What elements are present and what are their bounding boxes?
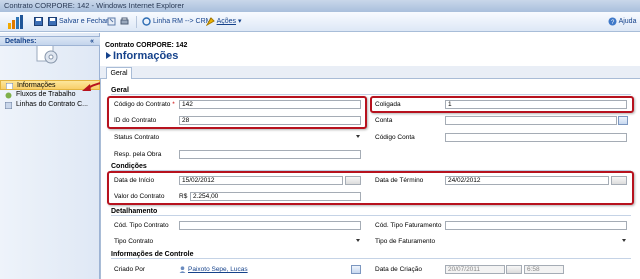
save-button[interactable] [34,16,43,28]
status-contrato-label: Status Contrato [114,134,160,141]
page-title: Informações [113,50,179,62]
save-close-label: Salvar e Fechar [58,18,109,25]
valor-contrato-field[interactable]: 2.254,00 [190,192,361,201]
resp-obra-label: Resp. pela Obra [114,151,162,158]
left-navigation [0,33,100,279]
divider [111,94,631,95]
divider [111,258,631,259]
main-content: Contrato CORPORE: 142 Informações Geral … [100,33,640,279]
workflow-icon [5,92,12,99]
browser-window: Contrato CORPORE: 142 - Windows Internet… [0,0,640,279]
criado-por-label: Criado Por [114,266,146,273]
cod-tipo-faturamento-label: Cód. Tipo Faturamento [375,222,442,229]
tipo-faturamento-label: Tipo de Faturamento [375,238,436,245]
required-icon: * [172,101,175,108]
lookup-icon[interactable] [351,265,361,274]
section-detalhamento: Detalhamento [111,208,158,215]
lookup-icon[interactable] [618,116,628,125]
print-icon [120,17,129,25]
status-contrato-select[interactable] [179,133,361,142]
conta-label: Conta [375,117,393,124]
codigo-conta-field[interactable] [445,133,627,142]
codigo-contrato-label: Código do Contrato * [114,101,175,108]
nav-item-label: Fluxos de Trabalho [16,91,76,98]
help-label: Ajuda [618,18,637,25]
tab-geral[interactable]: Geral [106,67,132,79]
codigo-contrato-field[interactable]: 142 [179,100,361,109]
cod-tipo-faturamento-field[interactable] [445,221,627,230]
codigo-conta-label: Código Conta [375,134,415,141]
play-icon [106,52,111,59]
data-inicio-field[interactable]: 15/02/2012 [179,176,343,185]
form-body: Geral Código do Contrato * 142 ID do Con… [100,79,640,279]
acoes-label: Ações [216,18,237,25]
link-icon [142,16,151,26]
resp-obra-field[interactable] [179,150,361,159]
attach-icon [107,17,116,26]
calendar-icon [506,265,522,274]
window-title: Contrato CORPORE: 142 - Windows Internet… [0,0,640,12]
link-rm-label: Linha RM --> CRM [152,18,212,25]
form-header: Contrato CORPORE: 142 Informações [100,33,640,66]
cod-tipo-contrato-field[interactable] [179,221,361,230]
nav-item-label: Linhas do Contrato C... [16,101,88,108]
tipo-contrato-label: Tipo Contrato [114,238,154,245]
data-criacao-field: 20/07/2011 [445,265,505,274]
cod-tipo-contrato-label: Cód. Tipo Contrato [114,222,169,229]
record-name: Contrato CORPORE: 142 [105,42,188,49]
info-icon [6,83,13,89]
conta-field[interactable] [445,116,617,125]
nav-header-label: Detalhes: [5,38,37,45]
link-rm-button[interactable]: Linha RM --> CRM [136,16,212,28]
save-icon [34,16,43,26]
help-button[interactable]: ? Ajuda [608,16,636,28]
chevron-down-icon [356,239,360,242]
actions-icon [206,16,215,26]
calendar-icon[interactable] [345,176,361,185]
chevron-down-icon: ▾ [237,18,242,25]
data-criacao-time: 6:58 [524,265,564,274]
acoes-menu[interactable]: Ações ▾ [206,16,242,28]
data-termino-field[interactable]: 24/02/2012 [445,176,609,185]
valor-contrato-label: Valor do Contrato [114,193,165,200]
id-contrato-label: ID do Contrato [114,117,157,124]
data-inicio-label: Data de Início [114,177,155,184]
lines-icon [5,102,12,109]
attach-button[interactable] [107,16,116,28]
nav-header: Detalhes: « [0,36,100,46]
calendar-icon[interactable] [611,176,627,185]
tipo-faturamento-select[interactable] [445,237,627,246]
divider [111,215,631,216]
currency-symbol: R$ [179,193,188,200]
nav-item-label: Informações [17,82,56,89]
save-close-icon [48,16,57,26]
section-controle: Informações de Controle [111,251,194,258]
crm-logo-icon [8,15,23,29]
chevron-down-icon [622,239,626,242]
criado-por-link[interactable]: Paixoto Sepe, Lucas [188,266,248,273]
id-contrato-field[interactable]: 28 [179,116,361,125]
print-button[interactable] [120,16,129,28]
toolbar: Salvar e Fechar Linha RM --> CRM Ações ▾… [0,12,640,32]
data-criacao-label: Data de Criação [375,266,422,273]
nav-item-linhas[interactable]: Linhas do Contrato C... [0,100,100,110]
coligada-label: Coligada [375,101,401,108]
tab-bar: Geral [100,66,640,79]
save-close-button[interactable]: Salvar e Fechar [48,16,108,28]
coligada-field[interactable]: 1 [445,100,627,109]
tipo-contrato-select[interactable] [179,237,361,246]
chevron-down-icon [356,135,360,138]
user-icon [179,266,186,273]
collapse-icon[interactable]: « [90,37,94,46]
section-condicoes: Condições [111,163,147,170]
section-geral: Geral [111,87,129,94]
help-icon: ? [608,17,617,26]
data-termino-label: Data de Término [375,177,424,184]
